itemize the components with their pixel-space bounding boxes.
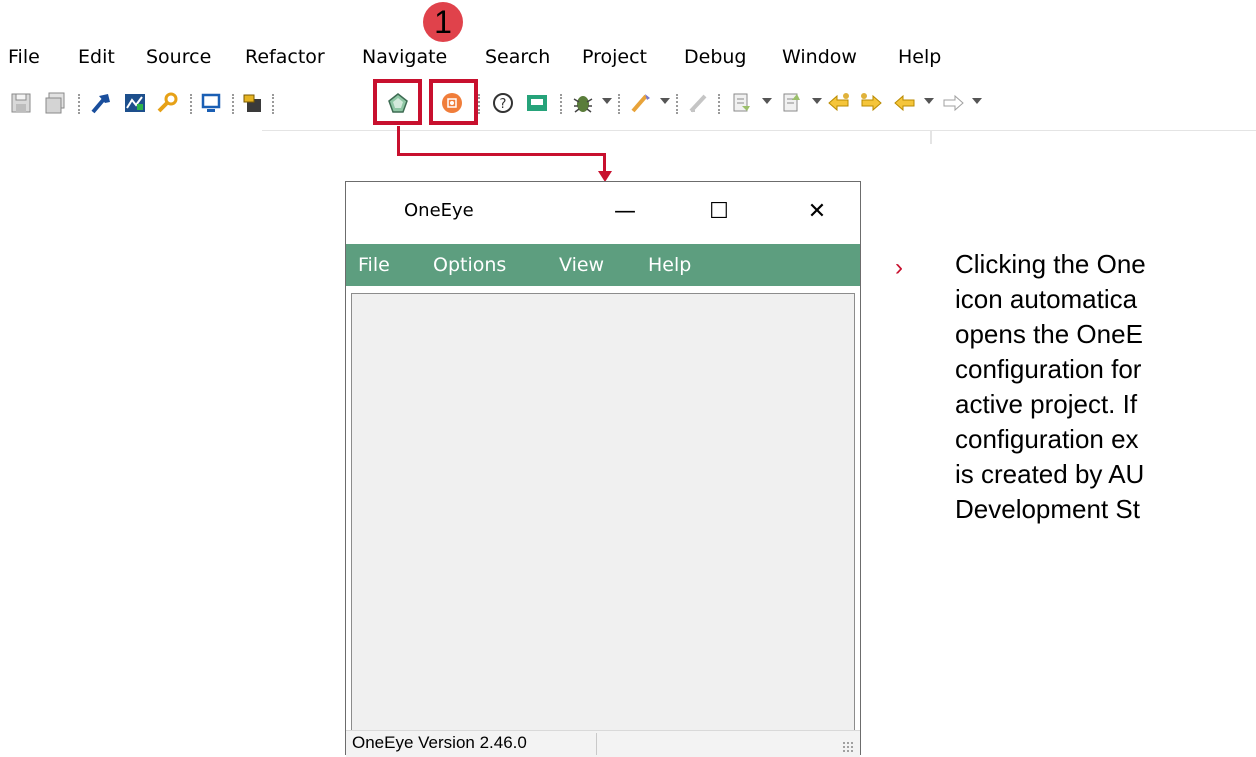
- window-menu-file[interactable]: File: [358, 244, 390, 286]
- description-line: opens the OneE: [955, 319, 1143, 349]
- toolbar-separator: [272, 94, 274, 114]
- menu-project[interactable]: Project: [582, 42, 647, 72]
- toolbar-separator: [232, 94, 234, 114]
- menu-help[interactable]: Help: [898, 42, 941, 72]
- prev-annotation-dropdown-icon[interactable]: [812, 98, 822, 104]
- resize-grip-icon[interactable]: [842, 741, 854, 753]
- last-edit-forward-icon[interactable]: [858, 90, 884, 116]
- settings-wrench-icon[interactable]: [154, 90, 180, 116]
- toolbar-separator: [560, 94, 562, 114]
- menu-source[interactable]: Source: [146, 42, 211, 72]
- window-menu-help[interactable]: Help: [648, 244, 691, 286]
- description-line: is created by AU: [955, 459, 1145, 489]
- menu-edit[interactable]: Edit: [78, 42, 115, 72]
- next-annotation-icon[interactable]: [728, 90, 754, 116]
- window-menu-options[interactable]: Options: [433, 244, 506, 286]
- save-icon[interactable]: [8, 90, 34, 116]
- back-icon[interactable]: [892, 90, 918, 116]
- forward-dropdown-icon[interactable]: [972, 98, 982, 104]
- menu-search[interactable]: Search: [485, 42, 550, 72]
- svg-text:?: ?: [500, 97, 507, 112]
- description-line: configuration for: [955, 354, 1142, 384]
- description-line: icon automatica: [955, 284, 1138, 314]
- forward-icon[interactable]: [940, 90, 966, 116]
- toolbar-separator: [618, 94, 620, 114]
- minimize-button[interactable]: —: [602, 192, 648, 232]
- menu-navigate[interactable]: Navigate: [362, 42, 447, 72]
- console-icon[interactable]: [524, 90, 550, 116]
- description-line: configuration ex: [955, 424, 1139, 454]
- toolbar-separator: [676, 94, 678, 114]
- version-label: OneEye Version 2.46.0: [352, 733, 527, 752]
- prev-annotation-icon[interactable]: [778, 90, 804, 116]
- ide-menubar: File Edit Source Refactor Navigate Searc…: [0, 42, 1256, 72]
- close-button[interactable]: ✕: [794, 192, 840, 232]
- save-all-icon[interactable]: [42, 90, 68, 116]
- toolbar-bottom-rule: [262, 130, 1256, 131]
- maximize-button[interactable]: ☐: [696, 192, 742, 232]
- chip-icon[interactable]: [240, 90, 266, 116]
- tool-dropdown-icon[interactable]: [660, 98, 670, 104]
- step-badge: 1: [423, 2, 463, 42]
- toolbar-separator: [718, 94, 720, 114]
- window-content-area: [351, 293, 855, 731]
- panel-divider: [930, 130, 932, 144]
- menu-window[interactable]: Window: [782, 42, 857, 72]
- window-statusbar: OneEye Version 2.46.0: [346, 730, 860, 757]
- ide-toolbar: ?: [0, 86, 1256, 122]
- statusbar-separator: [596, 733, 597, 755]
- window-menu-view[interactable]: View: [559, 244, 604, 286]
- window-title: OneEye: [404, 200, 474, 221]
- connector-line: [397, 126, 400, 156]
- back-dropdown-icon[interactable]: [924, 98, 934, 104]
- connector-line: [603, 153, 606, 173]
- description-line: Clicking the One: [955, 249, 1146, 279]
- oneeye-window: OneEye — ☐ ✕ File Options View Help OneE…: [345, 181, 861, 757]
- next-annotation-dropdown-icon[interactable]: [762, 98, 772, 104]
- device-icon[interactable]: [198, 90, 224, 116]
- toolbar-separator: [78, 94, 80, 114]
- description-text: Clicking the One icon automatica opens t…: [955, 247, 1146, 527]
- config-icon-highlight: [429, 79, 478, 125]
- description-line: Development St: [955, 494, 1140, 524]
- toolbar-separator: [190, 94, 192, 114]
- debug-icon[interactable]: [570, 90, 596, 116]
- menu-file[interactable]: File: [8, 42, 40, 72]
- bullet-icon: ›: [895, 254, 903, 281]
- help-icon[interactable]: ?: [490, 90, 516, 116]
- edit-icon[interactable]: [686, 90, 712, 116]
- tool-icon[interactable]: [628, 90, 654, 116]
- menu-refactor[interactable]: Refactor: [245, 42, 325, 72]
- last-edit-icon[interactable]: [826, 90, 852, 116]
- debug-dropdown-icon[interactable]: [602, 98, 612, 104]
- window-menubar: File Options View Help: [346, 244, 860, 286]
- menu-debug[interactable]: Debug: [684, 42, 746, 72]
- oneeye-icon-highlight: [373, 79, 422, 125]
- analyzer-icon[interactable]: [122, 90, 148, 116]
- description-line: active project. If: [955, 389, 1138, 419]
- toolbar-separator: [478, 94, 480, 114]
- build-icon[interactable]: [88, 90, 114, 116]
- connector-line: [397, 153, 606, 156]
- window-titlebar[interactable]: OneEye — ☐ ✕: [346, 182, 860, 244]
